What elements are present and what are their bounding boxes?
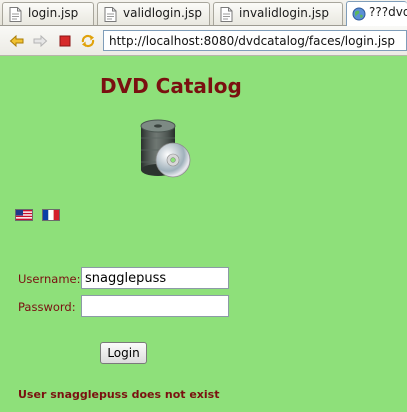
us-flag-icon[interactable] bbox=[15, 209, 33, 221]
username-label: Username: bbox=[18, 272, 81, 286]
username-field[interactable] bbox=[81, 267, 229, 289]
tab-label: invalidlogin.jsp bbox=[239, 6, 329, 20]
tab-invalidlogin-jsp[interactable]: invalidlogin.jsp bbox=[213, 2, 343, 25]
error-message: User snagglepuss does not exist bbox=[18, 388, 220, 401]
page-title: DVD Catalog bbox=[100, 74, 242, 98]
jsp-file-icon bbox=[9, 7, 22, 25]
france-flag-icon[interactable] bbox=[42, 209, 60, 221]
login-button[interactable]: Login bbox=[100, 342, 147, 364]
address-bar[interactable] bbox=[103, 30, 407, 51]
tab-label: validlogin.jsp bbox=[123, 6, 202, 20]
tab-label: ???dvd bbox=[369, 5, 407, 19]
jsp-file-icon bbox=[220, 7, 233, 25]
refresh-icon[interactable] bbox=[80, 33, 96, 49]
dvd-disc-stack-icon bbox=[137, 118, 193, 184]
page-content: DVD Catalog Username: snagglepuss Passwo… bbox=[0, 56, 407, 412]
tab-browser-page[interactable]: ???dvd bbox=[346, 1, 407, 26]
browser-toolbar bbox=[0, 26, 407, 56]
jsp-file-icon bbox=[104, 7, 117, 25]
stop-icon[interactable] bbox=[57, 33, 73, 49]
password-field[interactable] bbox=[81, 295, 229, 317]
tab-validlogin-jsp[interactable]: validlogin.jsp bbox=[97, 2, 210, 25]
tab-login-jsp[interactable]: login.jsp bbox=[2, 2, 94, 25]
editor-tab-bar: login.jsp validlogin.jsp invalidlogin.js bbox=[0, 0, 407, 26]
globe-icon bbox=[352, 7, 366, 26]
back-arrow-icon[interactable] bbox=[9, 33, 25, 49]
password-label: Password: bbox=[18, 300, 76, 314]
forward-arrow-icon[interactable] bbox=[32, 33, 48, 49]
tab-label: login.jsp bbox=[28, 6, 79, 20]
